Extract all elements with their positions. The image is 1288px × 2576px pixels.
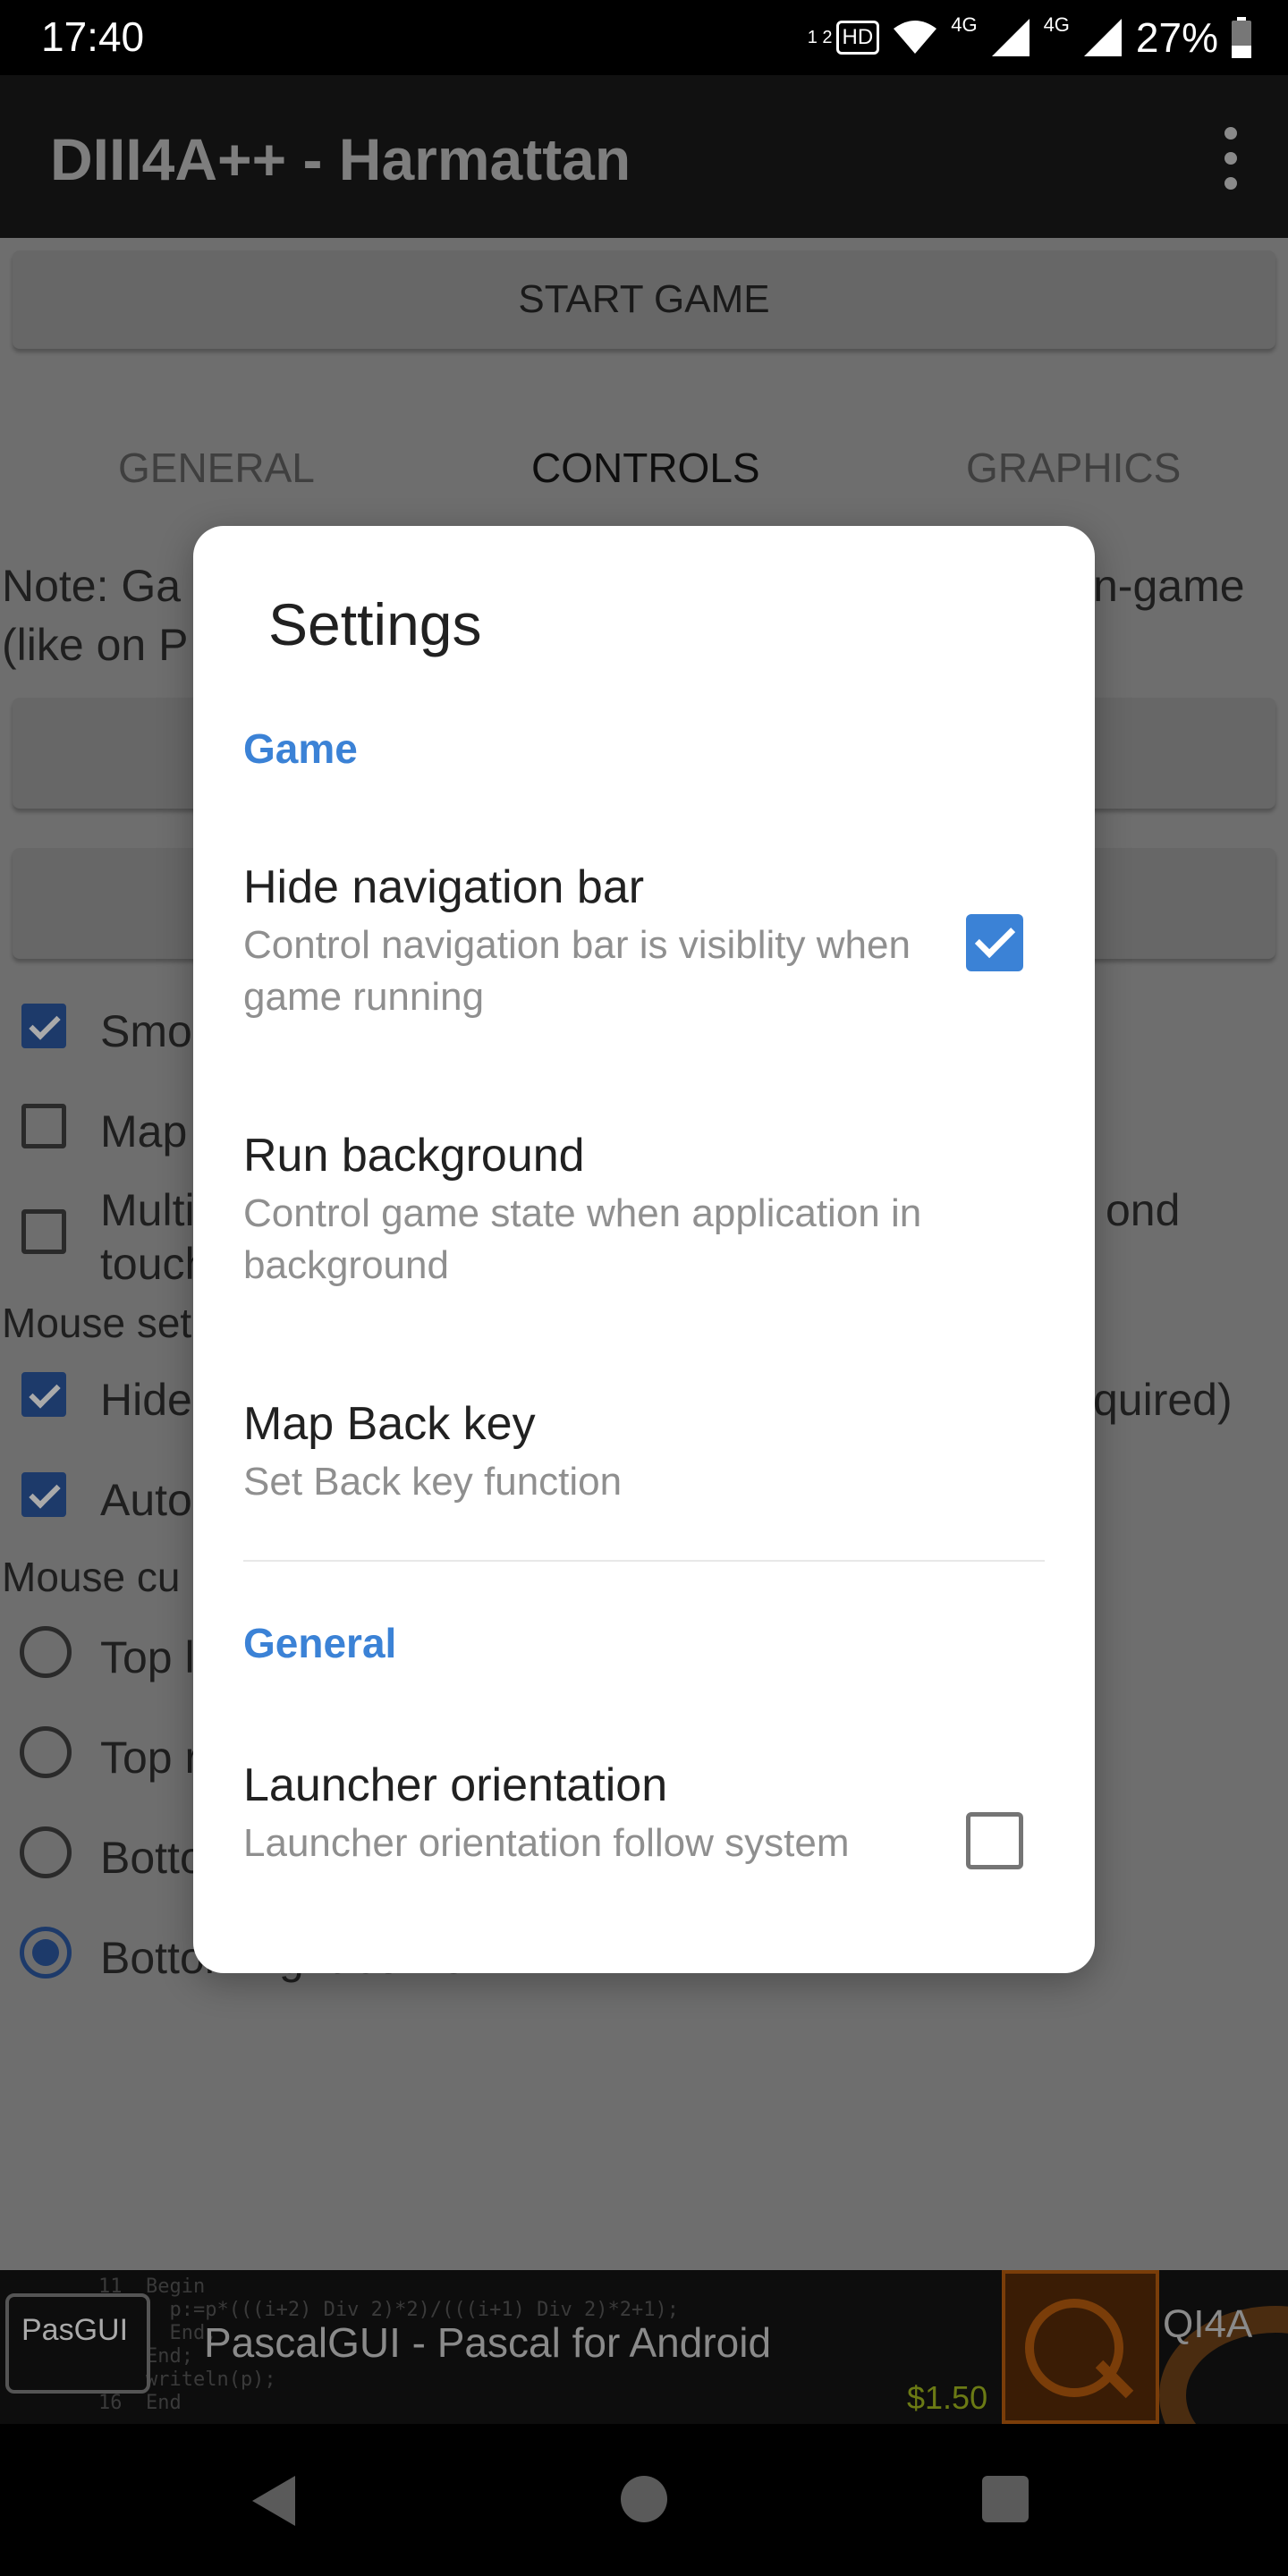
battery-percent: 27%	[1135, 14, 1218, 61]
wifi-icon	[894, 21, 937, 54]
checkbox-label: Auto	[100, 1475, 192, 1525]
app-bar: DIII4A++ - Harmattan	[0, 75, 1288, 238]
hide-navigation-bar-checkbox[interactable]	[966, 914, 1023, 971]
ad-price: $1.50	[907, 2379, 988, 2416]
pasgui-logo: PasGUI	[5, 2293, 150, 2394]
checkbox-label: Map	[100, 1106, 188, 1157]
pref-title: Map Back key	[243, 1398, 536, 1450]
ad-title: PascalGUI - Pascal for Android	[204, 2319, 772, 2366]
pref-title: Run background	[243, 1130, 585, 1182]
note-text: n-game	[1093, 561, 1245, 611]
checkbox[interactable]	[21, 1004, 66, 1048]
pref-summary: Control game state when application in b…	[243, 1191, 922, 1287]
tab-graphics[interactable]: GRAPHICS	[966, 444, 1181, 492]
radio-label: Top r	[100, 1733, 200, 1783]
pref-title: Hide navigation bar	[243, 861, 645, 913]
launcher-orientation-checkbox[interactable]	[966, 1812, 1023, 1869]
note-text: Note: Ga	[2, 561, 182, 611]
app-title: DIII4A++ - Harmattan	[50, 126, 631, 192]
back-icon[interactable]	[252, 2476, 295, 2526]
start-game-label: START GAME	[518, 277, 770, 321]
q-app-icon	[1002, 2270, 1159, 2424]
pref-title: Launcher orientation	[243, 1759, 668, 1811]
checkbox-label: Multi	[100, 1185, 195, 1235]
radio-label: Botto	[100, 1833, 205, 1883]
navigation-bar	[0, 2424, 1288, 2576]
battery-icon	[1232, 17, 1251, 58]
category-divider	[243, 1560, 1045, 1562]
pref-summary: Control navigation bar is visiblity when…	[243, 923, 911, 1019]
radio-button[interactable]	[20, 1626, 72, 1678]
hd-voice-icon: 1 2 HD	[807, 21, 880, 55]
pref-map-back-key[interactable]: Map Back key Set Back key function	[243, 1397, 1048, 1508]
checkbox[interactable]	[21, 1104, 66, 1148]
signal-icon	[1083, 19, 1122, 56]
checkbox-label: Hide	[100, 1375, 192, 1425]
radio-button[interactable]	[20, 1927, 72, 1979]
ad-banner[interactable]: 11 Begin p:=p*(((i+2) Div 2)*2)/(((i+1) …	[0, 2270, 1288, 2424]
radio-label: Top l	[100, 1632, 195, 1682]
recents-icon[interactable]	[982, 2476, 1029, 2522]
hd-label: HD	[835, 21, 880, 55]
network-type-2: 4G	[1043, 13, 1070, 36]
pref-hide-navigation-bar[interactable]: Hide navigation bar Control navigation b…	[243, 860, 1048, 1023]
sim-label: 1 2	[807, 27, 833, 47]
section-label: Mouse set	[2, 1300, 192, 1346]
pref-run-background[interactable]: Run background Control game state when a…	[243, 1129, 1048, 1292]
start-game-button[interactable]: START GAME	[13, 250, 1275, 349]
checkbox-label: quired)	[1093, 1375, 1233, 1425]
pref-summary: Set Back key function	[243, 1460, 623, 1504]
tab-controls[interactable]: CONTROLS	[531, 444, 760, 492]
status-icons: 1 2 HD 4G 4G 27%	[808, 11, 1252, 64]
radio-button[interactable]	[20, 1826, 72, 1878]
checkbox-label: ond	[1106, 1185, 1181, 1235]
checkbox[interactable]	[21, 1209, 66, 1254]
ad-app-name: QI4A	[1163, 2302, 1253, 2346]
checkbox[interactable]	[21, 1372, 66, 1417]
section-label: Mouse cu	[2, 1554, 181, 1600]
status-time: 17:40	[41, 13, 145, 60]
note-text: (like on P	[2, 620, 189, 670]
pref-launcher-orientation[interactable]: Launcher orientation Launcher orientatio…	[243, 1758, 1048, 1869]
network-type-1: 4G	[951, 13, 978, 36]
dialog-title: Settings	[268, 591, 482, 657]
category-general: General	[243, 1620, 397, 1666]
home-icon[interactable]	[621, 2476, 667, 2522]
pref-summary: Launcher orientation follow system	[243, 1821, 850, 1865]
more-vert-icon[interactable]	[1204, 127, 1258, 190]
category-game: Game	[243, 725, 358, 772]
checkbox[interactable]	[21, 1472, 66, 1517]
signal-icon	[991, 19, 1030, 56]
tab-general[interactable]: GENERAL	[118, 444, 315, 492]
radio-button[interactable]	[20, 1726, 72, 1778]
status-bar: 17:40 1 2 HD 4G 4G 27%	[0, 0, 1288, 75]
settings-dialog: Settings Game Hide navigation bar Contro…	[193, 526, 1095, 1973]
